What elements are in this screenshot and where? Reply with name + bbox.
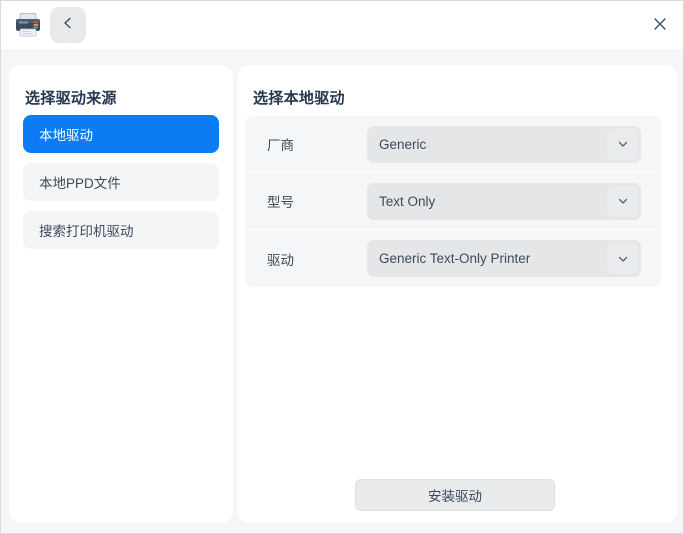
sidebar-item-label: 本地驱动 — [39, 128, 93, 143]
install-driver-label: 安装驱动 — [428, 489, 482, 504]
manufacturer-value: Generic — [379, 136, 427, 152]
model-label: 型号 — [267, 195, 294, 210]
sidebar-item-local-driver[interactable]: 本地驱动 — [23, 115, 219, 153]
chevron-down-icon[interactable] — [607, 185, 638, 217]
manufacturer-select[interactable]: Generic — [367, 125, 641, 163]
printer-icon — [14, 12, 42, 38]
model-select[interactable]: Text Only — [367, 182, 641, 220]
manufacturer-label: 厂商 — [267, 138, 294, 153]
chevron-down-icon[interactable] — [607, 128, 638, 160]
driver-source-list: 本地驱动 本地PPD文件 搜索打印机驱动 — [23, 115, 219, 259]
model-value: Text Only — [379, 193, 436, 209]
chevron-left-icon — [61, 16, 75, 35]
chevron-down-icon[interactable] — [607, 243, 638, 274]
printer-driver-window: 选择驱动来源 本地驱动 本地PPD文件 搜索打印机驱动 选择本地驱动 厂商 Ge… — [0, 0, 684, 534]
title-bar — [1, 1, 683, 49]
form-row-model: 型号 Text Only — [245, 173, 661, 230]
driver-label: 驱动 — [267, 252, 294, 268]
driver-value: Generic Text-Only Printer — [379, 251, 531, 266]
sidebar-title: 选择驱动来源 — [25, 90, 117, 107]
form-row-driver: 驱动 Generic Text-Only Printer — [245, 230, 661, 287]
back-button[interactable] — [50, 7, 86, 43]
driver-form-group: 厂商 Generic 型号 Text Only 驱动 Generic Text-… — [245, 116, 661, 287]
sidebar-item-label: 搜索打印机驱动 — [39, 224, 134, 239]
driver-select[interactable]: Generic Text-Only Printer — [367, 240, 641, 277]
main-title: 选择本地驱动 — [253, 90, 345, 107]
local-driver-panel: 选择本地驱动 厂商 Generic 型号 Text Only 驱动 Generi… — [237, 65, 677, 523]
form-row-manufacturer: 厂商 Generic — [245, 116, 661, 173]
sidebar-item-local-ppd[interactable]: 本地PPD文件 — [23, 163, 219, 201]
sidebar-item-search-driver[interactable]: 搜索打印机驱动 — [23, 211, 219, 249]
close-button[interactable] — [645, 11, 675, 41]
close-icon — [652, 16, 668, 37]
driver-source-panel: 选择驱动来源 本地驱动 本地PPD文件 搜索打印机驱动 — [9, 65, 233, 523]
sidebar-item-label: 本地PPD文件 — [39, 176, 121, 191]
install-driver-button[interactable]: 安装驱动 — [355, 479, 555, 511]
